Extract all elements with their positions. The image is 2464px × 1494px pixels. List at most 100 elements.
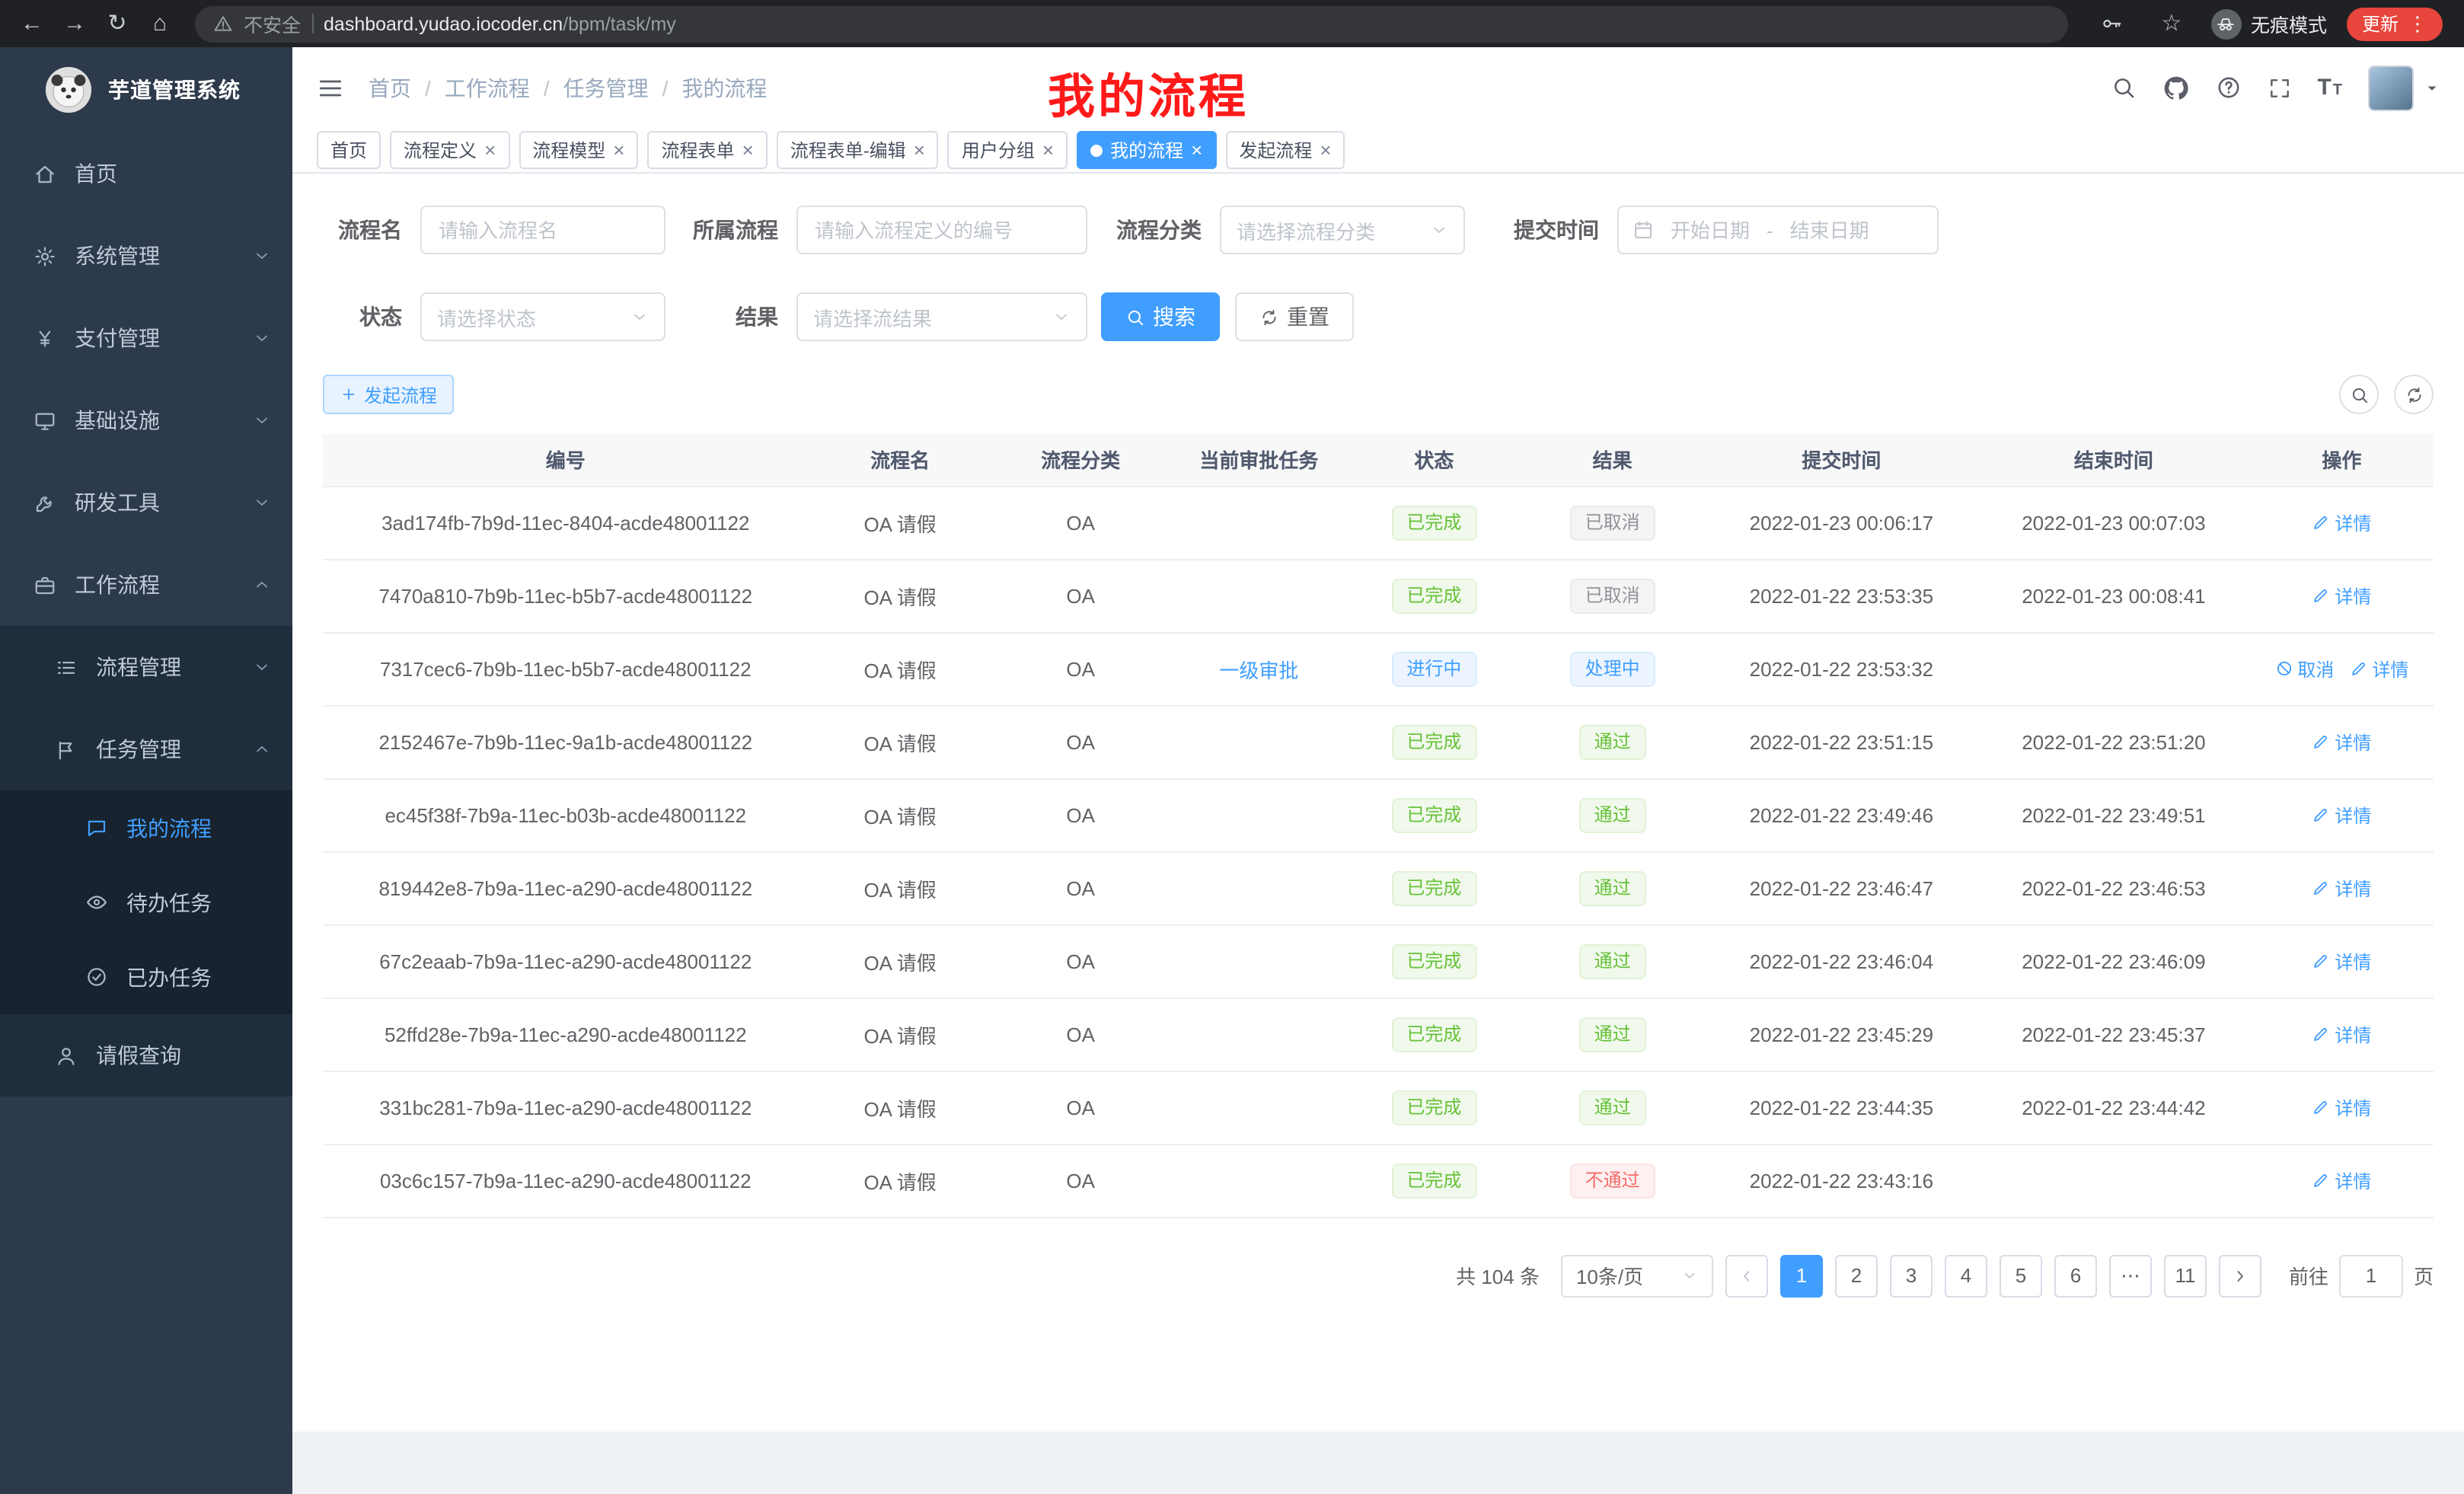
page-unit-label: 页 <box>2414 1261 2434 1290</box>
sidebar-item-process-mgmt[interactable]: 流程管理 <box>0 626 292 708</box>
create-process-button[interactable]: 发起流程 <box>323 375 454 414</box>
bookmark-button[interactable]: ☆ <box>2152 4 2191 43</box>
sidebar-item-home[interactable]: 首页 <box>0 132 292 215</box>
chevron-down-icon <box>1430 221 1448 239</box>
view-tab[interactable]: 流程模型× <box>519 131 638 169</box>
goto-page-input[interactable] <box>2339 1254 2403 1297</box>
page-size-select[interactable]: 10条/页 <box>1561 1254 1713 1297</box>
status-select[interactable]: 请选择状态 <box>420 292 665 341</box>
submit-time-range[interactable]: - <box>1617 206 1939 254</box>
detail-action-link[interactable]: 详情 <box>2312 1094 2371 1120</box>
category-select[interactable]: 请选择流程分类 <box>1220 206 1465 254</box>
browser-back-button[interactable]: ← <box>12 4 52 43</box>
cancel-icon <box>2274 659 2293 678</box>
detail-action-link[interactable]: 详情 <box>2312 802 2371 828</box>
detail-action-link[interactable]: 详情 <box>2312 729 2371 755</box>
app-logo[interactable]: 芋道管理系统 <box>0 47 292 132</box>
end-date-input[interactable] <box>1781 219 1878 241</box>
close-tab-icon[interactable]: × <box>613 140 624 160</box>
sidebar-item-devtools[interactable]: 研发工具 <box>0 461 292 544</box>
detail-action-link[interactable]: 详情 <box>2312 1167 2371 1193</box>
fullscreen-icon[interactable] <box>2267 75 2291 100</box>
close-tab-icon[interactable]: × <box>1042 140 1054 160</box>
cell-task <box>1170 559 1349 632</box>
view-tab[interactable]: 发起流程× <box>1225 131 1345 169</box>
search-icon[interactable] <box>2110 75 2136 101</box>
cell-status: 已完成 <box>1348 1144 1520 1217</box>
pager-page-4[interactable]: 4 <box>1945 1254 1987 1297</box>
detail-action-link[interactable]: 详情 <box>2312 583 2371 608</box>
filter-label-time: 提交时间 <box>1465 215 1617 245</box>
font-size-icon[interactable]: TT <box>2317 75 2342 101</box>
sidebar-item-done-tasks[interactable]: 已办任务 <box>0 940 292 1014</box>
sidebar-item-leave-query[interactable]: 请假查询 <box>0 1014 292 1097</box>
address-bar[interactable]: 不安全 dashboard.yudao.iocoder.cn/bpm/task/… <box>195 5 2068 42</box>
result-select[interactable]: 请选择流结果 <box>796 292 1087 341</box>
view-tab[interactable]: 流程表单× <box>647 131 767 169</box>
next-page-button[interactable] <box>2219 1254 2261 1297</box>
avatar[interactable] <box>2368 65 2414 110</box>
close-tab-icon[interactable]: × <box>1320 140 1331 160</box>
toggle-search-button[interactable] <box>2339 375 2379 414</box>
browser-reload-button[interactable]: ↻ <box>97 4 137 43</box>
view-tab[interactable]: 流程表单-编辑× <box>777 131 939 169</box>
sidebar-item-system[interactable]: 系统管理 <box>0 215 292 297</box>
detail-action-link[interactable]: 详情 <box>2312 509 2371 535</box>
process-id-input[interactable] <box>796 206 1087 254</box>
browser-home-button[interactable]: ⌂ <box>140 4 180 43</box>
github-icon[interactable] <box>2162 74 2189 101</box>
sidebar-item-workflow[interactable]: 工作流程 <box>0 544 292 626</box>
sidebar-item-my-process[interactable]: 我的流程 <box>0 790 292 865</box>
detail-action-link[interactable]: 详情 <box>2312 948 2371 974</box>
close-tab-icon[interactable]: × <box>484 140 496 160</box>
breadcrumb-item[interactable]: 工作流程 <box>445 72 530 103</box>
url-path: /bpm/task/my <box>563 13 676 34</box>
view-tab[interactable]: 首页 <box>317 131 381 169</box>
collapse-menu-icon[interactable] <box>317 74 344 101</box>
sidebar-item-task-mgmt[interactable]: 任务管理 <box>0 708 292 790</box>
refresh-table-button[interactable] <box>2394 375 2434 414</box>
prev-page-button[interactable] <box>1725 1254 1768 1297</box>
search-button[interactable]: 搜索 <box>1101 292 1220 341</box>
cell-category: OA <box>992 998 1170 1071</box>
current-task-link[interactable]: 一级审批 <box>1219 659 1298 682</box>
detail-action-link[interactable]: 详情 <box>2312 875 2371 901</box>
pager-page-5[interactable]: 5 <box>2000 1254 2042 1297</box>
cell-category: OA <box>992 1144 1170 1217</box>
view-tab[interactable]: 流程定义× <box>390 131 509 169</box>
help-icon[interactable] <box>2215 75 2241 101</box>
chevron-down-icon[interactable] <box>2424 80 2440 95</box>
cell-task <box>1170 1144 1349 1217</box>
pager-page-11[interactable]: 11 <box>2164 1254 2207 1297</box>
close-tab-icon[interactable]: × <box>742 140 754 160</box>
sidebar-item-todo-tasks[interactable]: 待办任务 <box>0 865 292 940</box>
toolbar-right <box>2339 375 2434 414</box>
sidebar-item-infra[interactable]: 基础设施 <box>0 379 292 461</box>
process-name-input[interactable] <box>420 206 665 254</box>
detail-action-link[interactable]: 详情 <box>2312 1021 2371 1047</box>
pager-page-6[interactable]: 6 <box>2054 1254 2097 1297</box>
detail-action-link[interactable]: 详情 <box>2349 656 2408 682</box>
browser-forward-button[interactable]: → <box>55 4 94 43</box>
cell-id: 331bc281-7b9a-11ec-a290-acde48001122 <box>323 1071 809 1144</box>
reset-button[interactable]: 重置 <box>1235 292 1354 341</box>
start-date-input[interactable] <box>1661 219 1759 241</box>
browser-menu-icon[interactable]: ⋮ <box>2408 14 2427 34</box>
sidebar-item-payment[interactable]: 支付管理 <box>0 297 292 379</box>
pager-more-button[interactable]: ⋯ <box>2109 1254 2152 1297</box>
pager-page-3[interactable]: 3 <box>1890 1254 1933 1297</box>
password-key-icon[interactable] <box>2092 4 2132 43</box>
breadcrumb-item[interactable]: 任务管理 <box>563 72 649 103</box>
update-button[interactable]: 更新 ⋮ <box>2347 7 2443 40</box>
view-tab[interactable]: 我的流程× <box>1077 131 1216 169</box>
cancel-action-link[interactable]: 取消 <box>2274 656 2334 682</box>
sidebar-item-label: 基础设施 <box>75 405 160 436</box>
view-tab[interactable]: 用户分组× <box>948 131 1068 169</box>
close-tab-icon[interactable]: × <box>1191 140 1202 160</box>
close-tab-icon[interactable]: × <box>914 140 925 160</box>
pager-page-2[interactable]: 2 <box>1835 1254 1878 1297</box>
cell-task <box>1170 486 1349 559</box>
pager-page-1[interactable]: 1 <box>1780 1254 1823 1297</box>
breadcrumb-item[interactable]: 首页 <box>369 72 411 103</box>
edit-pen-icon <box>2312 733 2330 751</box>
